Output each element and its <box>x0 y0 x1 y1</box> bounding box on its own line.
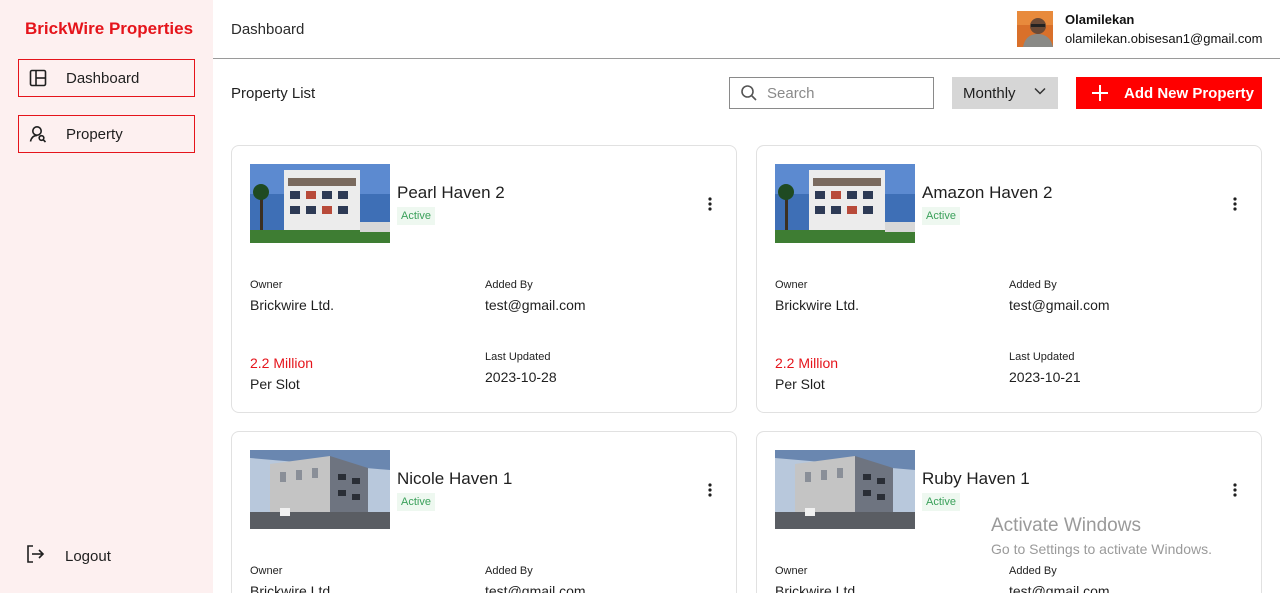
status-badge: Active <box>922 207 960 225</box>
user-name: Olamilekan <box>1065 12 1135 27</box>
activation-watermark-title: Activate Windows <box>991 515 1141 536</box>
layout-icon <box>28 68 48 88</box>
status-badge: Active <box>397 493 435 511</box>
owner-label: Owner <box>250 279 283 291</box>
property-search-icon <box>28 124 48 144</box>
logout-button[interactable]: Logout <box>25 544 111 569</box>
search-input[interactable] <box>767 84 917 102</box>
property-name: Nicole Haven 1 <box>397 469 513 488</box>
last-updated-value: 2023-10-21 <box>1009 369 1081 385</box>
owner-value: Brickwire Ltd. <box>775 297 860 313</box>
property-image <box>250 164 390 243</box>
period-select[interactable]: Monthly <box>952 77 1058 109</box>
property-name: Pearl Haven 2 <box>397 183 505 202</box>
property-name: Amazon Haven 2 <box>922 183 1053 202</box>
added-by-label: Added By <box>1009 279 1057 291</box>
price-unit: Per Slot <box>775 376 825 392</box>
owner-value: Brickwire Ltd. <box>250 297 335 313</box>
page-title: Property List <box>231 85 316 102</box>
status-badge: Active <box>397 207 435 225</box>
owner-value: Brickwire Ltd. <box>250 583 335 593</box>
user-email: olamilekan.obisesan1@gmail.com <box>1065 31 1263 46</box>
last-updated-label: Last Updated <box>1009 351 1075 363</box>
period-select-value: Monthly <box>963 84 1016 102</box>
owner-label: Owner <box>775 565 808 577</box>
plus-icon <box>1091 84 1109 102</box>
added-by-label: Added By <box>485 565 533 577</box>
added-by-value: test@gmail.com <box>1009 297 1110 313</box>
last-updated-label: Last Updated <box>485 351 551 363</box>
property-name: Ruby Haven 1 <box>922 469 1030 488</box>
owner-label: Owner <box>775 279 808 291</box>
logout-label: Logout <box>65 548 111 565</box>
added-by-label: Added By <box>1009 565 1057 577</box>
sidebar-item-label: Property <box>66 125 123 143</box>
property-card[interactable]: Ruby Haven 1 Active Owner Brickwire Ltd.… <box>756 431 1262 593</box>
last-updated-value: 2023-10-28 <box>485 369 557 385</box>
added-by-value: test@gmail.com <box>485 583 586 593</box>
property-image <box>250 450 390 529</box>
logout-icon <box>25 544 45 569</box>
property-card[interactable]: Amazon Haven 2 Active Owner Brickwire Lt… <box>756 145 1262 413</box>
search-box <box>729 77 934 109</box>
added-by-label: Added By <box>485 279 533 291</box>
sidebar-item-label: Dashboard <box>66 69 140 87</box>
brand-logo-text: BrickWire Properties <box>25 19 194 38</box>
added-by-value: test@gmail.com <box>1009 583 1110 593</box>
owner-value: Brickwire Ltd. <box>775 583 860 593</box>
status-badge: Active <box>922 493 960 511</box>
more-options-icon[interactable] <box>702 482 718 498</box>
price-unit: Per Slot <box>250 376 300 392</box>
price-value: 2.2 Million <box>775 355 839 371</box>
search-icon <box>740 84 758 102</box>
sidebar-item-dashboard[interactable]: Dashboard <box>18 59 195 97</box>
sidebar-item-property[interactable]: Property <box>18 115 195 153</box>
sidebar: BrickWire Properties Dashboard Property <box>0 0 213 593</box>
property-image <box>775 164 915 243</box>
breadcrumb: Dashboard <box>231 21 305 38</box>
property-card[interactable]: Pearl Haven 2 Active Owner Brickwire Ltd… <box>231 145 737 413</box>
avatar[interactable] <box>1017 11 1053 47</box>
more-options-icon[interactable] <box>1227 196 1243 212</box>
more-options-icon[interactable] <box>1227 482 1243 498</box>
add-new-property-label: Add New Property <box>1124 84 1255 102</box>
property-card[interactable]: Nicole Haven 1 Active Owner Brickwire Lt… <box>231 431 737 593</box>
top-bar: Dashboard Olamilekan olamilekan.obisesan… <box>213 0 1280 59</box>
add-new-property-button[interactable]: Add New Property <box>1076 77 1262 109</box>
activation-watermark-subtitle: Go to Settings to activate Windows. <box>991 541 1212 557</box>
added-by-value: test@gmail.com <box>485 297 586 313</box>
property-image <box>775 450 915 529</box>
chevron-down-icon <box>1033 84 1047 103</box>
price-value: 2.2 Million <box>250 355 314 371</box>
owner-label: Owner <box>250 565 283 577</box>
more-options-icon[interactable] <box>702 196 718 212</box>
